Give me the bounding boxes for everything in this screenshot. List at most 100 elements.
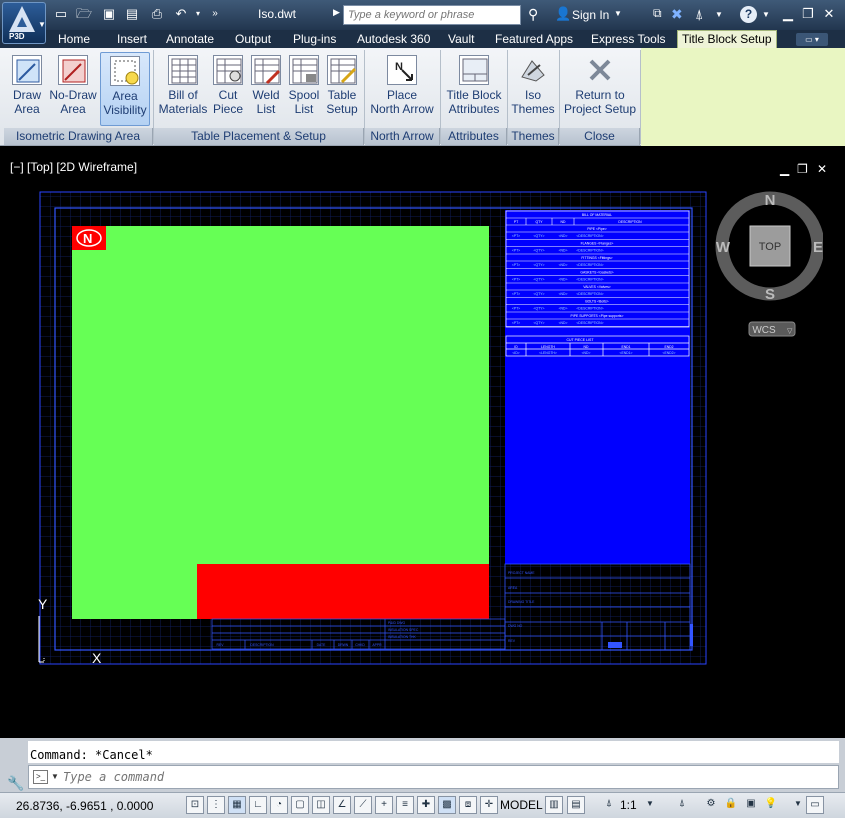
command-dropdown-icon[interactable]: ▼ [51,772,59,781]
tab-featured-apps[interactable]: Featured Apps [492,31,576,48]
quick-properties-icon[interactable]: ▩ [438,796,456,814]
annotation-scale-icon[interactable]: ⍋ [600,796,618,814]
place-north-arrow-button[interactable]: N Place North Arrow [367,52,437,126]
open-folder-icon[interactable]: 🗁 [76,6,92,22]
command-prompt-icon[interactable]: >_ [33,770,48,784]
user-icon[interactable]: 👤 [555,6,571,22]
close-window-icon[interactable]: ✕ [820,5,838,23]
quick-view-layouts-icon[interactable]: ▥ [545,796,563,814]
wcs-dropdown-icon[interactable]: ▽ [787,328,793,335]
viewport-restore-icon[interactable]: ❐ [797,162,808,176]
tab-vault[interactable]: Vault [445,31,477,48]
print-icon[interactable]: ⎙ [149,6,165,22]
search-input[interactable] [343,5,521,25]
no-draw-area[interactable] [197,564,489,619]
binoculars-icon[interactable]: ⚲ [528,6,538,23]
bill-of-materials-button[interactable]: Bill of Materials [157,52,209,126]
wrench-icon[interactable]: 🔧 [7,775,24,792]
new-file-icon[interactable]: ▭ [53,6,69,22]
compass-west[interactable]: W [716,239,731,256]
dynamic-input-icon[interactable]: + [375,796,393,814]
help-icon[interactable]: ? [740,6,757,23]
coordinates-readout[interactable]: 26.8736, -6.9651 , 0.0000 [16,799,153,813]
command-input[interactable] [63,768,823,786]
3d-object-snap-icon[interactable]: ◫ [312,796,330,814]
return-to-project-setup-button[interactable]: Return to Project Setup [562,52,638,126]
dynamic-ucs-icon[interactable]: ⟋ [354,796,372,814]
save-icon[interactable]: ▣ [101,6,117,22]
bom-cell: <PT> [512,249,520,253]
more-qat-icon[interactable]: » [207,6,223,22]
polar-tracking-icon[interactable]: ◔ [270,796,288,814]
compass-east[interactable]: E [813,239,823,256]
quick-view-drawings-icon[interactable]: ▤ [567,796,585,814]
tab-plug-ins[interactable]: Plug-ins [290,31,339,48]
grid-display-icon[interactable]: ▦ [228,796,246,814]
a360-dropdown-icon[interactable]: ▼ [715,10,723,19]
viewport-minimize-icon[interactable]: ▁ [780,162,789,176]
hardware-acceleration-icon[interactable]: ▣ [742,796,760,814]
ortho-mode-icon[interactable]: ∟ [249,796,267,814]
undo-dropdown-icon[interactable]: ▾ [190,6,206,22]
ribbon-panel: Draw Area No-Draw Area Area Visibility B… [0,48,845,146]
bom-title: BILL OF MATERIAL [582,213,612,217]
iso-drawing-area[interactable] [72,226,489,619]
bom-cell: <ND> [559,292,568,296]
annotation-visibility-icon[interactable]: ⍋ [673,796,691,814]
viewcube[interactable]: TOP N S E W WCS ▽ [713,186,823,346]
tab-title-block-setup[interactable]: Title Block Setup [677,30,777,48]
save-as-icon[interactable]: ▤ [124,6,140,22]
isolate-objects-bulb-icon[interactable]: 💡 [762,796,780,814]
tab-annotate[interactable]: Annotate [163,31,217,48]
status-menu-icon[interactable]: ▼ [789,796,807,814]
tab-output[interactable]: Output [232,31,274,48]
infer-constraints-icon[interactable]: ⊡ [186,796,204,814]
spool-list-button[interactable]: Spool List [286,52,322,126]
tab-autodesk-360[interactable]: Autodesk 360 [354,31,433,48]
sign-in-dropdown-icon[interactable]: ▼ [614,9,622,18]
tab-express-tools[interactable]: Express Tools [588,31,668,48]
compass-south[interactable]: S [765,286,775,303]
no-draw-area-button[interactable]: No-Draw Area [48,52,98,126]
selection-cycling-icon[interactable]: ⧈ [459,796,477,814]
model-space-button[interactable]: MODEL [500,798,543,812]
ribbon-minimize-icon[interactable]: ▭ ▾ [796,33,828,46]
group-themes: Themes [508,128,559,145]
annotation-monitor-icon[interactable]: ✛ [480,796,498,814]
scale-dropdown-icon[interactable]: ▼ [641,796,659,814]
a360-icon[interactable]: ⍋ [695,6,703,23]
title-block-attributes-button[interactable]: Title Block Attributes [443,52,505,126]
minimize-icon[interactable]: ▁ [779,5,797,23]
object-snap-tracking-icon[interactable]: ∠ [333,796,351,814]
clean-screen-icon[interactable]: ▭ [806,796,824,814]
viewport-controls-label[interactable]: [−] [Top] [2D Wireframe] [10,160,137,174]
viewport-close-icon[interactable]: ✕ [817,162,827,176]
undo-icon[interactable]: ↶ [173,6,189,22]
exchange-x-icon[interactable]: ✖ [671,6,683,23]
workspace-gear-icon[interactable]: ⚙ [702,796,720,814]
command-line[interactable]: >_ ▼ [28,765,839,789]
sign-in-link[interactable]: Sign In [572,8,609,22]
annotation-scale[interactable]: 1:1 [620,798,637,812]
restore-icon[interactable]: ❐ [799,5,817,23]
draw-area-button[interactable]: Draw Area [6,52,48,126]
iso-themes-button[interactable]: Iso Themes [510,52,556,126]
bom-cell: <QTY> [534,321,545,325]
snap-mode-icon[interactable]: ⋮ [207,796,225,814]
cut-piece-button[interactable]: Cut Piece [210,52,246,126]
tab-home[interactable]: Home [55,31,93,48]
application-menu-button[interactable]: P3D ▼ [2,2,46,44]
tab-insert[interactable]: Insert [114,31,150,48]
search-expand-icon[interactable]: ▶ [333,7,340,18]
community-icon[interactable]: ⧉ [653,6,662,21]
table-setup-button[interactable]: Table Setup [323,52,361,126]
drawing-viewport[interactable]: N BILL OF MATERIAL PT QTY ND DESCRIPTION PIPE… [0,146,845,738]
object-snap-icon[interactable]: ▢ [291,796,309,814]
help-dropdown-icon[interactable]: ▼ [762,10,770,19]
weld-list-button[interactable]: Weld List [248,52,284,126]
area-visibility-button[interactable]: Area Visibility [100,52,150,126]
lock-icon[interactable]: 🔒 [722,796,740,814]
compass-north[interactable]: N [765,192,776,209]
transparency-icon[interactable]: ✚ [417,796,435,814]
lineweight-icon[interactable]: ≡ [396,796,414,814]
